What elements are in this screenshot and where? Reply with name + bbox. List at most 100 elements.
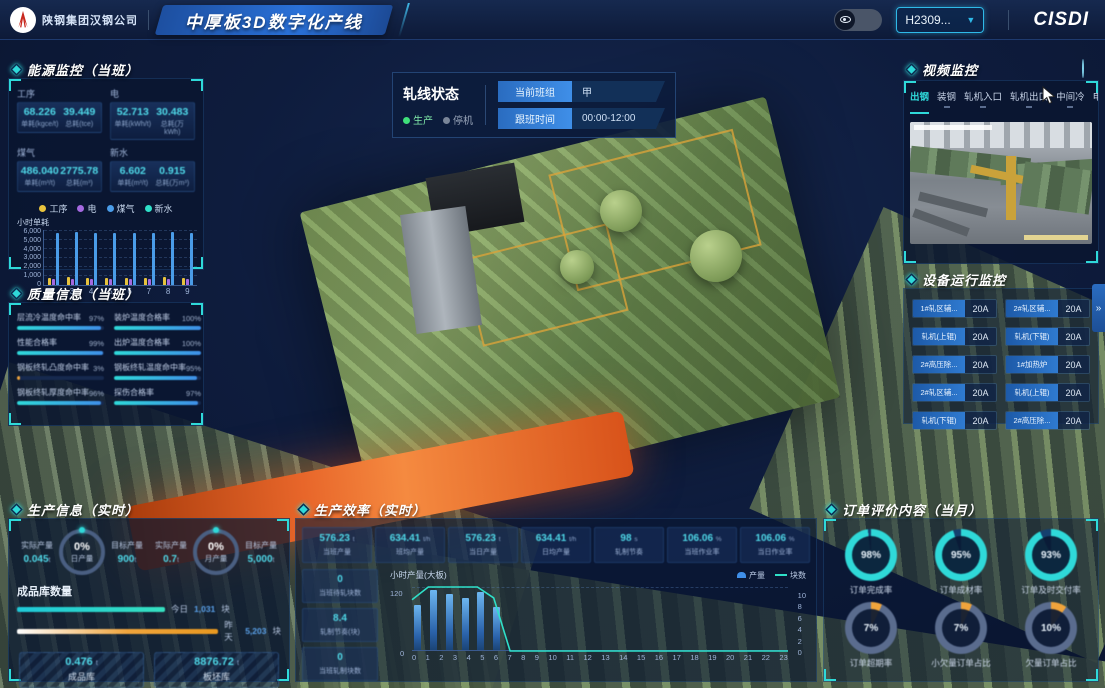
diamond-icon — [825, 503, 838, 516]
tab-mill-exit[interactable]: 轧机出口 — [1010, 89, 1048, 114]
quality-item: 出炉温度合格率100% — [114, 337, 201, 355]
dashboard: 陕钢集团汉钢公司 中厚板3D数字化产线 H2309... ▼ CISDI 能源监… — [0, 0, 1105, 688]
energy-chart-bars — [44, 230, 197, 285]
production-panel-title: 生产信息（实时） — [12, 500, 139, 519]
efficiency-stat: 106.06 %当日作业率 — [740, 527, 810, 563]
mill-dome — [690, 230, 742, 282]
efficiency-stat: 634.41 t/h日均产量 — [521, 527, 591, 563]
heat-number-value: H2309... — [905, 13, 950, 27]
header-divider — [148, 10, 149, 30]
quality-item: 性能合格率99% — [17, 337, 104, 355]
energy-section-gas: 煤气 486.040单耗(m³/t) 2775.78总耗(m³) — [17, 146, 102, 192]
visibility-toggle[interactable] — [834, 9, 882, 31]
cisdi-logo: CISDI — [1033, 9, 1089, 31]
inventory-yesterday-bar: 昨天5,203块 — [9, 617, 289, 645]
diamond-icon — [10, 503, 23, 516]
device-row: 轧机(上辊)20A — [912, 327, 997, 346]
slab-stock-card: 8876.72 t 板坯库 — [154, 652, 279, 688]
camera-label-overlay — [1024, 235, 1088, 240]
energy-panel: 工序 68.226单耗(kgce/t) 39.449总耗(tce) 电 52.7… — [8, 78, 204, 270]
inventory-title: 成品库数量 — [9, 579, 289, 601]
energy-chart-title: 小时单耗 — [17, 217, 203, 228]
line-status-title: 轧线状态 — [403, 84, 473, 104]
video-feed[interactable] — [910, 122, 1092, 244]
diamond-icon — [297, 503, 310, 516]
tab-tapping[interactable]: 出钢 — [910, 89, 929, 114]
banner-accent-line — [398, 3, 410, 37]
line-legend-icon — [775, 574, 787, 576]
device-row: 1#轧区辅...20A — [912, 299, 997, 318]
tab-mill-entry[interactable]: 轧机入口 — [964, 89, 1002, 114]
orders-panel-title: 订单评价内容（当月） — [827, 500, 982, 519]
mill-dome — [560, 250, 594, 284]
bar-legend-icon — [737, 572, 746, 578]
quality-panel-title: 质量信息（当班） — [12, 284, 139, 303]
device-row: 轧机(上辊)20A — [1005, 383, 1090, 402]
diamond-icon — [905, 63, 918, 76]
daily-actual-output: 实际产量 0.045t — [15, 540, 59, 565]
quality-item: 钢板终轧温度命中率95% — [114, 362, 201, 380]
legend-dot-water — [145, 205, 152, 212]
device-row: 2#轧区辅...20A — [1005, 299, 1090, 318]
video-settings-icon[interactable] — [1082, 60, 1084, 78]
camera-tabs: 出钢 装钢 轧机入口 轧机出口 中间冷 电加热 — [904, 81, 1098, 118]
quality-item: 探伤合格率97% — [114, 387, 201, 405]
device-row: 轧机(下辊)20A — [1005, 327, 1090, 346]
devices-panel: 1#轧区辅...20A 2#轧区辅...20A 轧机(上辊)20A 轧机(下辊)… — [903, 288, 1099, 424]
energy-section-electricity: 电 52.713单耗(kWh/t) 30.483总耗(万kWh) — [110, 87, 195, 140]
efficiency-panel: 576.23 t当班产量 634.41 t/h班均产量 576.23 t当日产量… — [295, 518, 817, 682]
top-bar: 陕钢集团汉钢公司 中厚板3D数字化产线 H2309... ▼ CISDI — [0, 0, 1105, 40]
device-row: 2#高压除...20A — [1005, 411, 1090, 430]
devices-panel-title: 设备运行监控 — [907, 270, 1006, 289]
efficiency-panel-title: 生产效率（实时） — [299, 500, 426, 519]
hourly-chart-legend: 产量 块数 — [737, 569, 806, 581]
hourly-output-chart: 小时产量(大板) 产量 块数 120 0 1086420 012345 — [386, 569, 810, 681]
line-status-panel: 轧线状态 生产 停机 当前班组甲 跟班时间00:00-12:00 — [392, 72, 676, 138]
orders-panel: 98% 订单完成率 95% 订单成材率 93% 订单及时交付率 7% 订单超期率… — [823, 518, 1099, 682]
order-gauge: 7% 小欠量订单占比 — [918, 602, 1004, 669]
monthly-actual-output: 实际产量 0.7t — [149, 540, 193, 565]
mill-dome — [600, 190, 642, 232]
tab-intermediate-cooling[interactable]: 中间冷 — [1056, 89, 1085, 114]
order-gauge: 93% 订单及时交付率 — [1008, 529, 1094, 596]
legend-dot-electricity — [77, 205, 84, 212]
video-panel-title: 视频监控 — [907, 60, 978, 79]
status-stopped: 停机 — [443, 112, 473, 127]
panel-collapse-arrow[interactable]: » — [1092, 284, 1105, 332]
side-stat: 0当班轧制块数 — [302, 647, 378, 681]
side-stat: 8.4轧制节奏(块) — [302, 608, 378, 642]
quality-item: 钢板终轧凸度命中率3% — [17, 362, 104, 380]
efficiency-stat: 576.23 t当班产量 — [302, 527, 372, 563]
vertical-divider — [485, 85, 486, 125]
quality-item: 层流冷温度命中率97% — [17, 312, 104, 330]
diamond-icon — [10, 63, 23, 76]
diamond-icon — [10, 287, 23, 300]
efficiency-stat: 98 s轧制节奏 — [594, 527, 664, 563]
order-gauge: 95% 订单成材率 — [918, 529, 1004, 596]
energy-chart-legend: 工序 电 煤气 新水 — [9, 202, 203, 215]
device-row: 2#轧区辅...20A — [912, 383, 997, 402]
finished-goods-card: 0.476 t 成品库 — [19, 652, 144, 688]
camera-timestamp-overlay — [914, 125, 992, 130]
chevron-down-icon: ▼ — [966, 15, 975, 25]
shift-time-row: 跟班时间00:00-12:00 — [498, 108, 665, 129]
tab-electric-heating[interactable]: 电加热 — [1093, 89, 1098, 114]
page-title-banner: 中厚板3D数字化产线 — [155, 5, 393, 35]
order-gauge: 7% 订单超期率 — [828, 602, 914, 669]
page-title: 中厚板3D数字化产线 — [185, 7, 363, 32]
shift-team-row: 当前班组甲 — [498, 81, 665, 102]
energy-panel-title: 能源监控（当班） — [12, 60, 139, 79]
tab-charging[interactable]: 装钢 — [937, 89, 956, 114]
company-logo-icon — [10, 7, 36, 33]
monthly-target-output: 目标产量 5,000t — [239, 540, 283, 565]
legend-dot-gas — [107, 205, 114, 212]
production-panel: 实际产量 0.045t 0% 日产量 目标产量 900t 实际产量 0.7t 0… — [8, 518, 290, 682]
quality-item: 装炉温度合格率100% — [114, 312, 201, 330]
order-gauge: 10% 欠量订单占比 — [1008, 602, 1094, 669]
green-dot-icon — [403, 117, 410, 124]
eye-icon — [840, 16, 851, 23]
heat-number-dropdown[interactable]: H2309... ▼ — [896, 7, 984, 33]
energy-chart — [43, 230, 197, 286]
inventory-today-bar: 今日1,031块 — [9, 601, 289, 617]
side-stat: 0当班待轧块数 — [302, 569, 378, 603]
